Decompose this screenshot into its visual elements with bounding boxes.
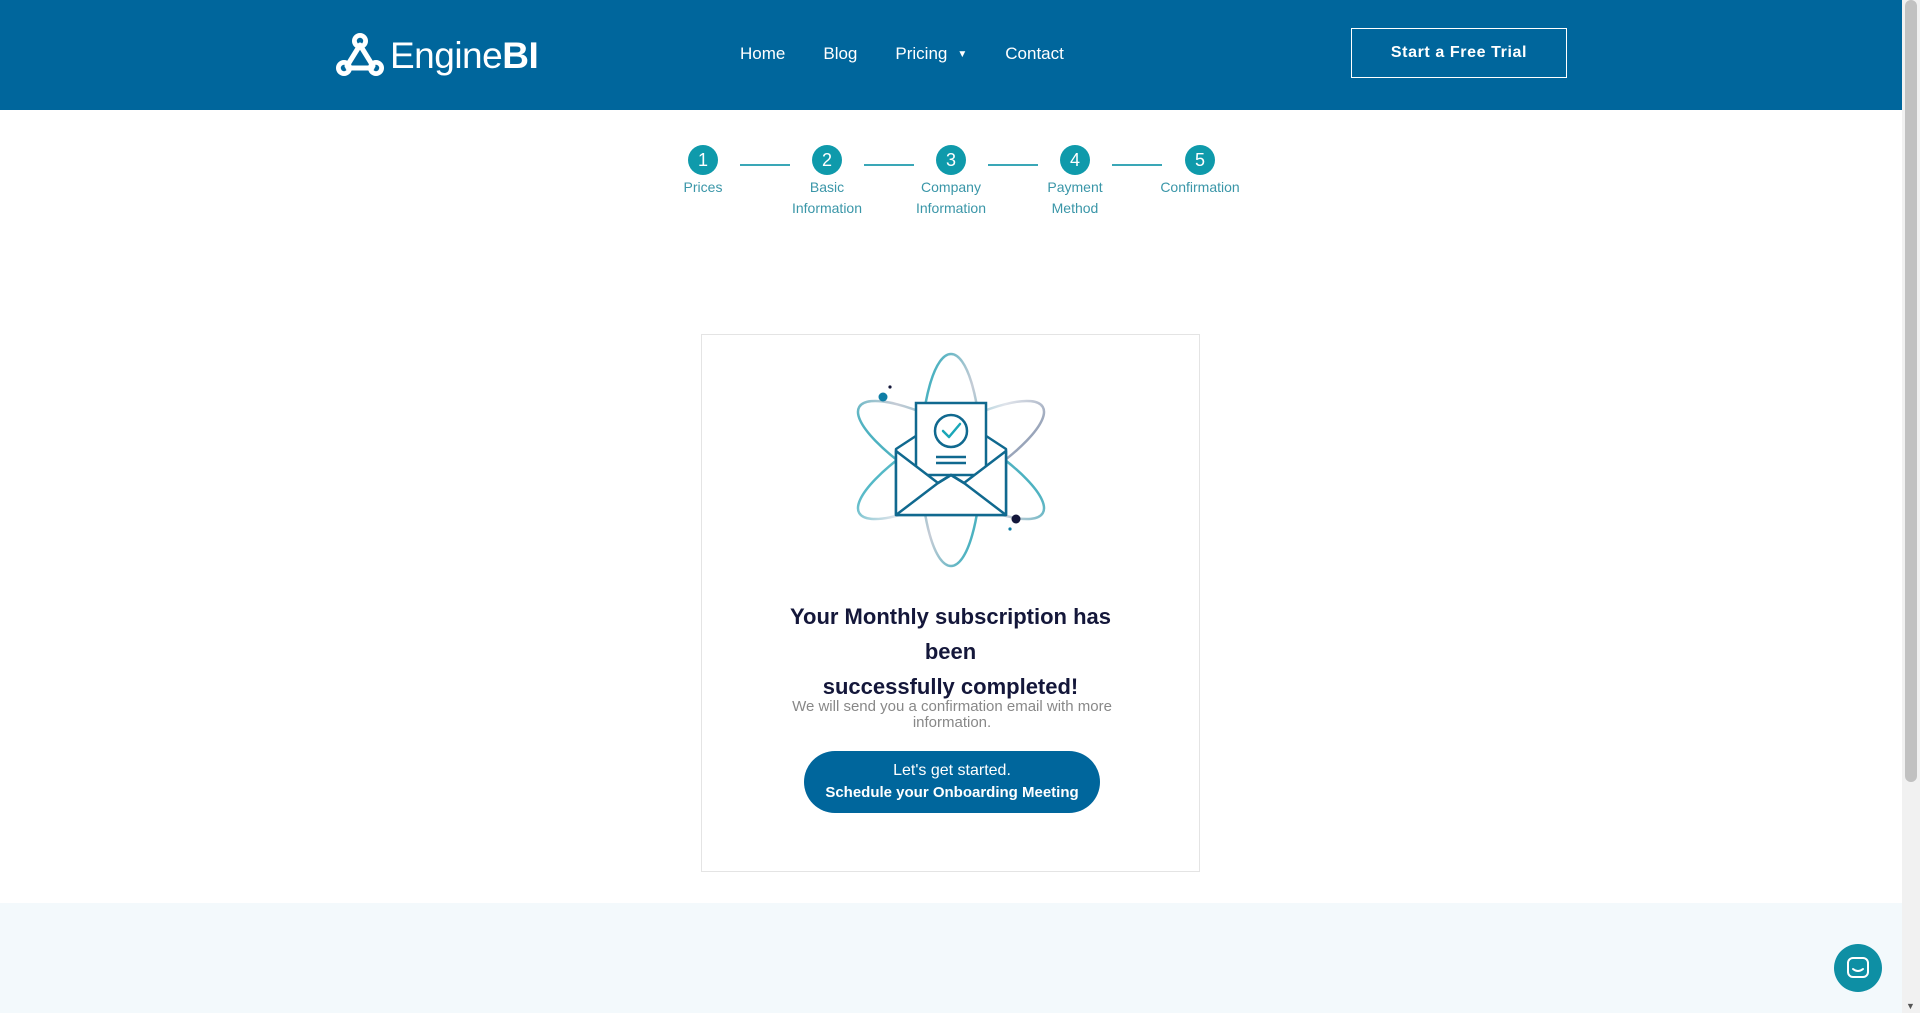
brand-logo[interactable]: EngineBI	[336, 30, 539, 80]
step-number: 5	[1185, 145, 1215, 175]
step-number: 1	[688, 145, 718, 175]
step-label: Confirmation	[1150, 177, 1250, 198]
confirmation-card: Your Monthly subscription has been succe…	[701, 334, 1200, 872]
page-scrollbar[interactable]: ▼	[1902, 0, 1920, 1013]
step-label: Payment Method	[1025, 177, 1125, 219]
site-header: EngineBI Home Blog Pricing ▼ Contact Star…	[0, 0, 1902, 110]
nav-pricing-label: Pricing	[895, 44, 948, 63]
step-label: Basic Information	[777, 177, 877, 219]
step-number: 2	[812, 145, 842, 175]
nav-blog-link[interactable]: Blog	[823, 44, 857, 64]
step-label: Prices	[653, 177, 753, 198]
envelope-check-illustration	[856, 352, 1046, 568]
step-label-line2: Information	[791, 200, 863, 216]
brand-name-light: Engine	[390, 34, 503, 76]
cta-line1: Let's get started.	[893, 762, 1011, 779]
step-number: 4	[1060, 145, 1090, 175]
start-free-trial-button[interactable]: Start a Free Trial	[1351, 28, 1567, 78]
step-label: Company Information	[901, 177, 1001, 219]
scrollbar-thumb[interactable]	[1905, 0, 1917, 782]
step-label-line1: Prices	[683, 179, 723, 195]
confirmation-subtitle: We will send you a confirmation email wi…	[792, 698, 1112, 731]
confirmation-title-line1: Your Monthly subscription has been	[789, 604, 1112, 664]
nav-home-label: Home	[740, 44, 786, 63]
step-company-information[interactable]: 3 Company Information	[901, 145, 1001, 219]
nav-blog-label: Blog	[823, 44, 858, 63]
step-payment-method[interactable]: 4 Payment Method	[1025, 145, 1125, 219]
brand-name-bold: BI	[502, 34, 539, 76]
scroll-down-arrow-icon[interactable]: ▼	[1906, 1001, 1915, 1011]
caret-down-icon: ▼	[957, 48, 968, 60]
step-prices[interactable]: 1 Prices	[653, 145, 753, 198]
chat-icon	[1847, 957, 1869, 978]
confirmation-title: Your Monthly subscription has been succe…	[702, 599, 1199, 704]
step-confirmation[interactable]: 5 Confirmation	[1150, 145, 1250, 198]
schedule-onboarding-button[interactable]: Let's get started. Schedule your Onboard…	[804, 751, 1100, 813]
nav-contact-label: Contact	[1005, 44, 1064, 63]
engine-bi-logo-icon	[336, 33, 384, 76]
step-number: 3	[936, 145, 966, 175]
step-label-line1: Basic	[809, 179, 845, 195]
nav-contact-link[interactable]: Contact	[1005, 44, 1064, 64]
step-label-line1: Payment	[1047, 179, 1103, 195]
checkout-stepper: 1 Prices 2 Basic Information 3 Company Inf…	[0, 145, 1902, 225]
nav-home-link[interactable]: Home	[740, 44, 785, 64]
nav-pricing-dropdown[interactable]: Pricing ▼	[895, 44, 967, 64]
step-label-line2: Method	[1051, 200, 1099, 216]
step-label-line2: Information	[915, 200, 987, 216]
chat-launcher-button[interactable]	[1834, 944, 1882, 992]
footer-band	[0, 903, 1902, 1013]
step-label-line1: Confirmation	[1160, 179, 1240, 195]
brand-name: EngineBI	[390, 34, 539, 76]
step-label-line1: Company	[921, 179, 981, 195]
step-basic-information[interactable]: 2 Basic Information	[777, 145, 877, 219]
main-nav: Home Blog Pricing ▼ Contact	[740, 44, 1102, 64]
cta-line2: Schedule your Onboarding Meeting	[825, 784, 1079, 801]
